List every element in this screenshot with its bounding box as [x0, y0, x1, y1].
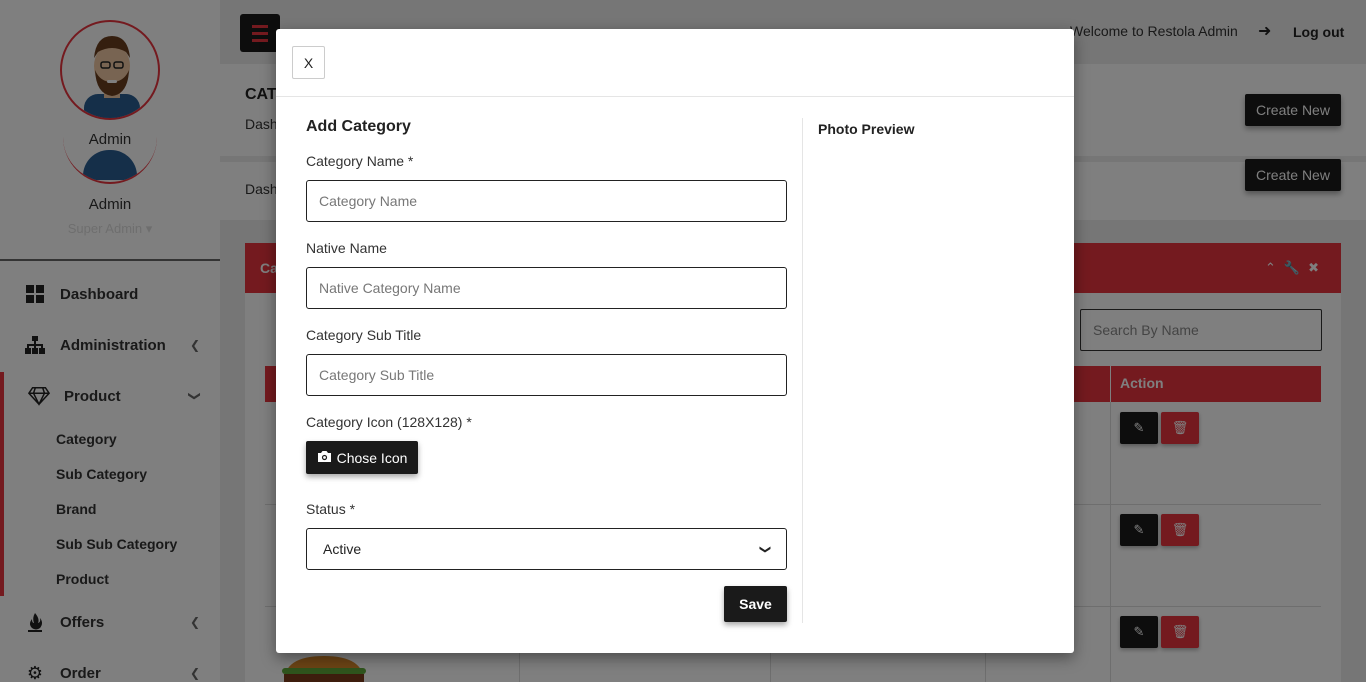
status-value: Active: [323, 541, 362, 557]
choose-icon-button[interactable]: Chose Icon: [306, 441, 418, 474]
modal-header-divider: [276, 96, 1074, 97]
category-name-input[interactable]: Category Name: [306, 180, 787, 222]
add-category-modal: X Add Category Photo Preview Category Na…: [276, 29, 1074, 653]
modal-column-divider: [802, 118, 803, 623]
choose-icon-label: Chose Icon: [336, 449, 408, 466]
photo-preview-title: Photo Preview: [818, 121, 915, 137]
sub-title-input[interactable]: Category Sub Title: [306, 354, 787, 396]
category-name-label: Category Name *: [306, 153, 414, 169]
native-name-input[interactable]: Native Category Name: [306, 267, 787, 309]
category-icon-label: Category Icon (128X128) *: [306, 414, 472, 430]
save-button[interactable]: Save: [724, 586, 787, 622]
status-label: Status *: [306, 501, 356, 517]
status-select[interactable]: Active ❯: [306, 528, 787, 570]
camera-icon: [317, 450, 332, 466]
form-title: Add Category: [306, 118, 411, 135]
chevron-down-icon: ❯: [758, 544, 771, 554]
native-name-label: Native Name: [306, 240, 387, 256]
sub-title-label: Category Sub Title: [306, 327, 422, 343]
close-button[interactable]: X: [292, 46, 325, 79]
